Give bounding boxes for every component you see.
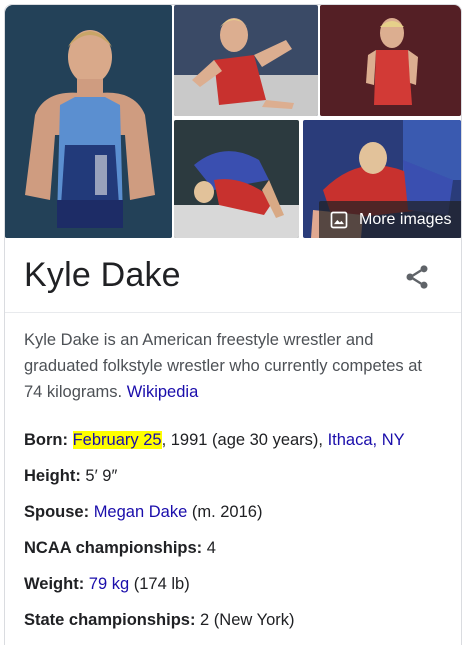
weight-link[interactable]: 79 kg — [89, 575, 129, 593]
fact-value: 4 — [206, 539, 216, 557]
fact-weight: Weight: 79 kg (174 lb) — [24, 573, 454, 609]
more-images-label: More images — [359, 210, 452, 228]
born-rest: , 1991 (age 30 years), — [161, 431, 328, 449]
fact-value: 2 (New York) — [200, 611, 295, 629]
fact-value: 5′ 9″ — [85, 467, 118, 485]
fact-label: State championships: — [24, 611, 196, 629]
gallery-image-throw[interactable] — [174, 120, 299, 238]
entity-title: Kyle Dake — [24, 256, 181, 294]
fact-born: Born: February 25, 1991 (age 30 years), … — [24, 429, 454, 465]
gallery-image-celebrating[interactable] — [174, 5, 318, 116]
knowledge-panel: More images Kyle Dake Kyle Dake is an Am… — [4, 4, 462, 645]
share-button[interactable] — [403, 263, 431, 291]
gallery-image-red-singlet[interactable] — [320, 5, 461, 116]
wikipedia-link[interactable]: Wikipedia — [127, 383, 199, 401]
main-image[interactable] — [5, 5, 172, 238]
facts-list: Born: February 25, 1991 (age 30 years), … — [24, 429, 454, 645]
spouse-rest: (m. 2016) — [187, 503, 263, 521]
image-gallery: More images — [5, 5, 461, 239]
fact-label: Weight: — [24, 575, 85, 593]
fact-height: Height: 5′ 9″ — [24, 465, 454, 501]
weight-rest: (174 lb) — [129, 575, 190, 593]
fact-label: Height: — [24, 467, 81, 485]
more-images-button[interactable]: More images — [319, 201, 461, 238]
fact-label: Born: — [24, 431, 68, 449]
share-icon — [406, 265, 428, 289]
fact-spouse: Spouse: Megan Dake (m. 2016) — [24, 501, 454, 537]
description-text: Kyle Dake is an American freestyle wrest… — [24, 331, 423, 401]
fact-label: Spouse: — [24, 503, 90, 521]
image-icon — [329, 210, 349, 230]
spouse-link[interactable]: Megan Dake — [94, 503, 188, 521]
fact-ncaa-championships: NCAA championships: 4 — [24, 537, 454, 573]
born-place-link[interactable]: Ithaca, NY — [328, 431, 405, 449]
title-row: Kyle Dake — [5, 239, 461, 313]
born-date-link[interactable]: February 25 — [72, 431, 162, 449]
entity-description: Kyle Dake is an American freestyle wrest… — [24, 327, 444, 405]
fact-label: NCAA championships: — [24, 539, 203, 557]
